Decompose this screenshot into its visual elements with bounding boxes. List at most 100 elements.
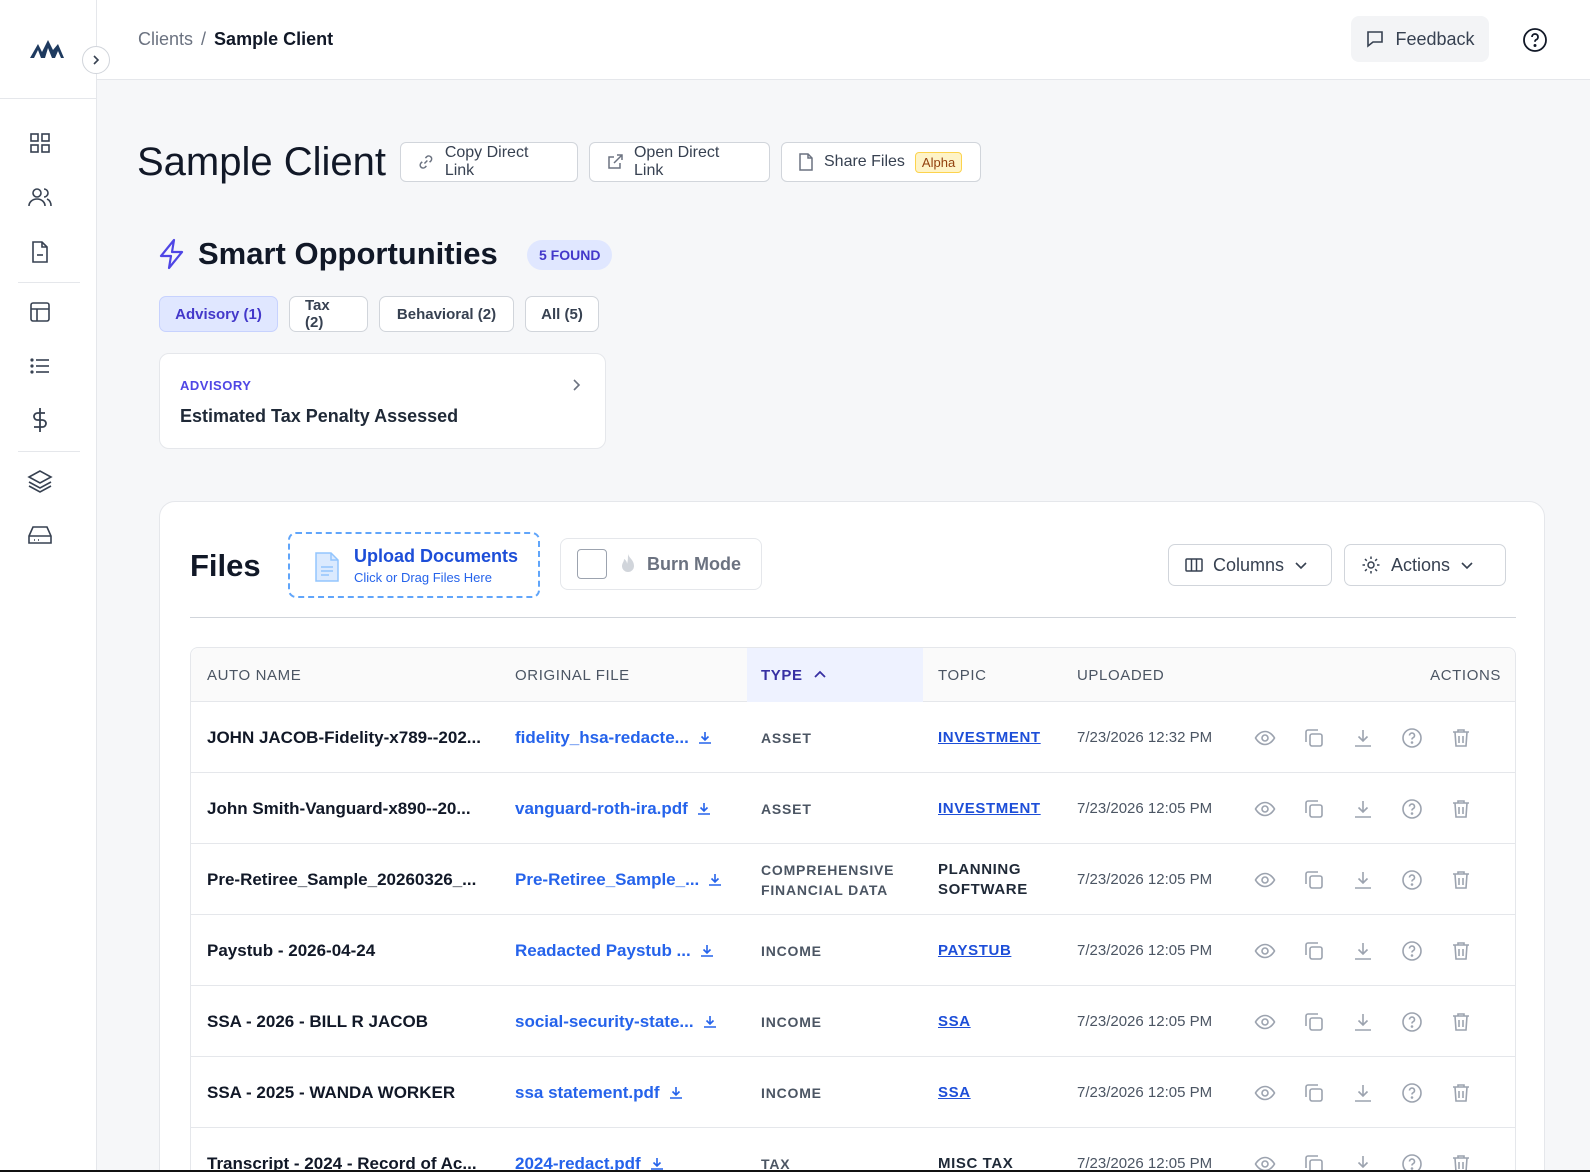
dollar-icon[interactable]: [26, 406, 54, 434]
auto-name-cell[interactable]: Pre-Retiree_Sample_20260326_...: [207, 844, 497, 915]
original-file-link[interactable]: Pre-Retiree_Sample_...: [515, 870, 699, 890]
help-icon[interactable]: [1522, 27, 1548, 53]
auto-name-cell[interactable]: John Smith-Vanguard-x890--20...: [207, 773, 497, 844]
upload-documents-dropzone[interactable]: Upload Documents Click or Drag Files Her…: [288, 532, 540, 598]
trash-icon[interactable]: [1450, 727, 1472, 749]
download-icon[interactable]: [702, 1014, 718, 1030]
sidebar-collapse-button[interactable]: [82, 46, 110, 74]
actions-button[interactable]: Actions: [1344, 544, 1506, 586]
auto-name-cell[interactable]: SSA - 2025 - WANDA WORKER: [207, 1057, 497, 1128]
question-icon[interactable]: [1401, 1082, 1423, 1104]
topic-label[interactable]: INVESTMENT: [938, 728, 1041, 748]
topic-cell[interactable]: PLANNING SOFTWARE: [938, 844, 1068, 915]
trash-icon[interactable]: [1450, 1082, 1472, 1104]
topic-label[interactable]: SSA: [938, 1083, 971, 1103]
copy-icon[interactable]: [1303, 869, 1325, 891]
auto-name-cell[interactable]: Transcript - 2024 - Record of Ac...: [207, 1128, 497, 1172]
open-direct-link-button[interactable]: Open Direct Link: [589, 142, 770, 182]
trash-icon[interactable]: [1450, 1011, 1472, 1033]
eye-icon[interactable]: [1254, 727, 1276, 749]
download-icon[interactable]: [697, 730, 713, 746]
tab-behavioral[interactable]: Behavioral (2): [379, 296, 514, 332]
download-icon[interactable]: [1352, 1011, 1374, 1033]
table-row[interactable]: SSA - 2026 - BILL R JACOB social-securit…: [191, 986, 1515, 1057]
copy-icon[interactable]: [1303, 798, 1325, 820]
original-file-link[interactable]: fidelity_hsa-redacte...: [515, 728, 689, 748]
question-icon[interactable]: [1401, 940, 1423, 962]
download-icon[interactable]: [696, 801, 712, 817]
table-row[interactable]: Transcript - 2024 - Record of Ac... 2024…: [191, 1128, 1515, 1172]
auto-name-cell[interactable]: Paystub - 2026-04-24: [207, 915, 497, 986]
table-row[interactable]: Paystub - 2026-04-24 Readacted Paystub .…: [191, 915, 1515, 986]
topic-label[interactable]: PAYSTUB: [938, 941, 1011, 961]
question-icon[interactable]: [1401, 869, 1423, 891]
topic-label[interactable]: INVESTMENT: [938, 799, 1041, 819]
header-auto-name[interactable]: AUTO NAME: [207, 648, 301, 702]
copy-direct-link-button[interactable]: Copy Direct Link: [400, 142, 578, 182]
opportunity-card[interactable]: ADVISORY Estimated Tax Penalty Assessed: [159, 353, 606, 449]
tab-tax[interactable]: Tax (2): [289, 296, 368, 332]
breadcrumb-root[interactable]: Clients: [138, 29, 193, 49]
download-icon[interactable]: [1352, 869, 1374, 891]
share-files-button[interactable]: Share Files Alpha: [781, 142, 981, 182]
trash-icon[interactable]: [1450, 869, 1472, 891]
topic-cell[interactable]: PAYSTUB: [938, 915, 1068, 986]
layers-icon[interactable]: [26, 467, 54, 495]
table-row[interactable]: SSA - 2025 - WANDA WORKER ssa statement.…: [191, 1057, 1515, 1128]
download-icon[interactable]: [1352, 1082, 1374, 1104]
download-icon[interactable]: [1352, 727, 1374, 749]
trash-icon[interactable]: [1450, 940, 1472, 962]
download-icon[interactable]: [1352, 940, 1374, 962]
burn-mode-toggle[interactable]: Burn Mode: [560, 538, 762, 590]
eye-icon[interactable]: [1254, 798, 1276, 820]
eye-icon[interactable]: [1254, 940, 1276, 962]
topic-cell[interactable]: INVESTMENT: [938, 773, 1068, 844]
question-icon[interactable]: [1401, 727, 1423, 749]
table-row[interactable]: John Smith-Vanguard-x890--20... vanguard…: [191, 773, 1515, 844]
logo-icon[interactable]: [28, 36, 66, 62]
table-row[interactable]: JOHN JACOB-Fidelity-x789--202... fidelit…: [191, 702, 1515, 773]
topic-cell[interactable]: SSA: [938, 1057, 1068, 1128]
download-icon[interactable]: [699, 943, 715, 959]
feedback-button[interactable]: Feedback: [1351, 16, 1489, 62]
list-icon[interactable]: [26, 352, 54, 380]
topic-cell[interactable]: INVESTMENT: [938, 702, 1068, 773]
eye-icon[interactable]: [1254, 869, 1276, 891]
topic-label[interactable]: PLANNING SOFTWARE: [938, 860, 1068, 900]
question-icon[interactable]: [1401, 798, 1423, 820]
header-uploaded[interactable]: UPLOADED: [1077, 648, 1164, 702]
download-icon[interactable]: [1352, 798, 1374, 820]
tab-all[interactable]: All (5): [525, 296, 599, 332]
copy-icon[interactable]: [1303, 727, 1325, 749]
auto-name-cell[interactable]: JOHN JACOB-Fidelity-x789--202...: [207, 702, 497, 773]
topic-cell[interactable]: MISC TAX: [938, 1128, 1068, 1172]
question-icon[interactable]: [1401, 1011, 1423, 1033]
columns-button[interactable]: Columns: [1168, 544, 1332, 586]
original-file-link[interactable]: vanguard-roth-ira.pdf: [515, 799, 688, 819]
users-icon[interactable]: [26, 183, 54, 211]
original-file-link[interactable]: Readacted Paystub ...: [515, 941, 691, 961]
topic-cell[interactable]: SSA: [938, 986, 1068, 1057]
header-topic[interactable]: TOPIC: [938, 648, 987, 702]
header-type[interactable]: TYPE: [747, 648, 923, 702]
tab-advisory[interactable]: Advisory (1): [159, 296, 278, 332]
inbox-icon[interactable]: [26, 521, 54, 549]
trash-icon[interactable]: [1450, 798, 1472, 820]
document-icon[interactable]: [26, 238, 54, 266]
grid-icon[interactable]: [26, 129, 54, 157]
layout-icon[interactable]: [26, 298, 54, 326]
download-icon[interactable]: [707, 872, 723, 888]
copy-icon[interactable]: [1303, 1011, 1325, 1033]
download-icon[interactable]: [668, 1085, 684, 1101]
original-file-link[interactable]: social-security-state...: [515, 1012, 694, 1032]
copy-icon[interactable]: [1303, 1082, 1325, 1104]
topic-label[interactable]: SSA: [938, 1012, 971, 1032]
copy-icon[interactable]: [1303, 940, 1325, 962]
original-file-link[interactable]: ssa statement.pdf: [515, 1083, 660, 1103]
eye-icon[interactable]: [1254, 1082, 1276, 1104]
burn-mode-checkbox[interactable]: [577, 549, 607, 579]
table-row[interactable]: Pre-Retiree_Sample_20260326_... Pre-Reti…: [191, 844, 1515, 915]
eye-icon[interactable]: [1254, 1011, 1276, 1033]
auto-name-cell[interactable]: SSA - 2026 - BILL R JACOB: [207, 986, 497, 1057]
header-original-file[interactable]: ORIGINAL FILE: [515, 648, 630, 702]
